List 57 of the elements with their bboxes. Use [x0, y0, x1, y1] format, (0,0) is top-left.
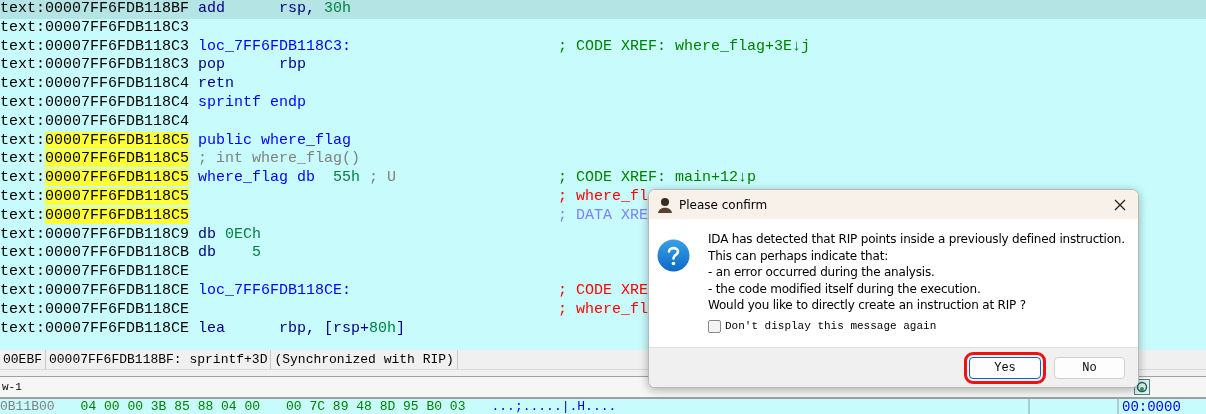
- comment-text: ; where_fl: [558, 300, 648, 320]
- checkbox[interactable]: [708, 319, 721, 333]
- status-text: 00007FF6FDB118BF: sprintf+3D: [46, 350, 272, 369]
- code-text: db 0ECh: [198, 225, 263, 245]
- question-icon: [657, 239, 690, 272]
- hex-bytes: 04 00 00 3B 85 88 04 00: [80, 400, 261, 414]
- code-text: public where_flag: [198, 131, 353, 151]
- comment-text: ; CODE XREF: where_flag+3E↓j: [558, 37, 811, 57]
- comment-text: ; DATA XRE: [558, 206, 648, 226]
- address-text: text:00007FF6FDB118C3: [0, 37, 191, 57]
- message-line: IDA has detected that RIP points inside a previously defined instruction.: [708, 231, 1125, 248]
- address-text: text:00007FF6FDB118C4: [0, 94, 191, 113]
- dialog-button[interactable]: No: [1054, 356, 1125, 379]
- message-line: Would you like to directly create an instruction at RIP ?: [708, 297, 1027, 314]
- address-text: text:00007FF6FDB118C5: [0, 150, 191, 170]
- status-text: 00EBF: [0, 350, 46, 369]
- code-text: sprintf endp: [198, 94, 308, 113]
- comment-text: ; where_fl: [558, 187, 648, 207]
- close-icon[interactable]: [1113, 197, 1127, 212]
- checkbox-label: Don't display this message again: [725, 320, 937, 333]
- address-text: text:00007FF6FDB118CE: [0, 319, 191, 339]
- code-text: loc_7FF6FDB118CE:: [198, 281, 353, 301]
- hex-address: 0B11B00: [0, 400, 55, 414]
- address-text: text:00007FF6FDB118CE: [0, 263, 191, 282]
- message-line: - the code modified itself during the execution.: [708, 280, 982, 298]
- code-text: db 5: [198, 244, 263, 264]
- code-text: loc_7FF6FDB118C3:: [198, 37, 353, 57]
- status-text: (Synchronized with RIP): [271, 350, 458, 369]
- address-text: text:00007FF6FDB118C5: [0, 187, 191, 207]
- readout-text: 00:0000: [1117, 399, 1206, 414]
- code-text: lea rbp, [rsp+80h]: [198, 319, 407, 339]
- code-text: retn: [198, 75, 235, 94]
- address-text: text:00007FF6FDB118C4: [0, 112, 191, 132]
- code-text: add rsp, 30h: [198, 0, 353, 19]
- message-line: This can perhaps indicate that:: [708, 247, 890, 265]
- address-text: text:00007FF6FDB118C4: [0, 75, 191, 94]
- message-line: - an error occurred during the analysis.: [708, 264, 936, 281]
- address-text: text:00007FF6FDB118C5: [0, 169, 191, 188]
- address-text: text:00007FF6FDB118CE: [0, 300, 191, 320]
- ascii-text: ...;.....|.H....: [491, 400, 617, 414]
- address-text: text:00007FF6FDB118C9: [0, 225, 191, 245]
- address-text: text:00007FF6FDB118CB: [0, 244, 191, 264]
- address-text: text:00007FF6FDB118C3: [0, 56, 191, 76]
- comment-text: ; CODE XRE: [558, 281, 648, 301]
- code-text: pop rbp: [198, 56, 308, 76]
- hex-bytes: 00 7C 89 48 8D 95 B0 03: [286, 400, 466, 414]
- address-text: text:00007FF6FDB118C5: [0, 131, 191, 151]
- person-silhouette-icon: [657, 196, 673, 213]
- view-tab[interactable]: w-1: [0, 381, 24, 393]
- dialog-title: Please confirm: [679, 197, 769, 212]
- comment-text: ; CODE XREF: main+12↓p: [558, 169, 757, 188]
- address-text: text:00007FF6FDB118C5: [0, 206, 191, 226]
- address-text: text:00007FF6FDB118BF: [0, 0, 191, 19]
- code-text: where_flag db 55h ; U: [198, 169, 398, 188]
- address-text: text:00007FF6FDB118CE: [0, 281, 191, 301]
- code-text: ; int where_flag(): [198, 150, 362, 170]
- address-text: text:00007FF6FDB118C3: [0, 18, 191, 38]
